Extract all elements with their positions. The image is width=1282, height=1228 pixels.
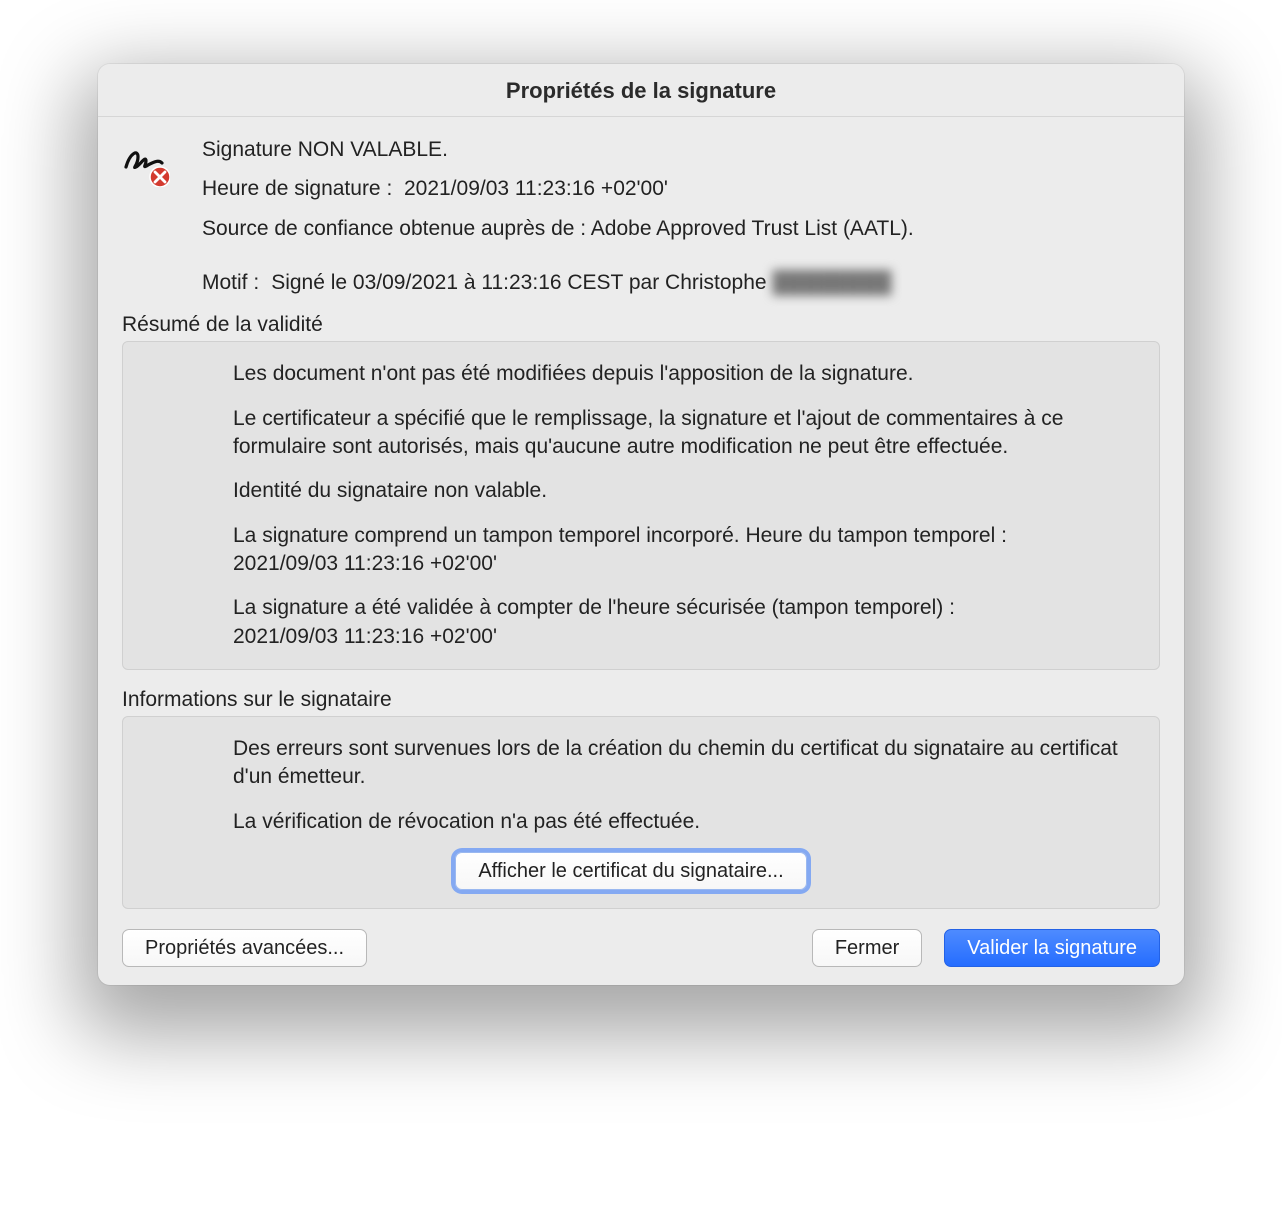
- dialog-footer: Propriétés avancées... Fermer Valider la…: [122, 929, 1160, 967]
- dialog-title: Propriétés de la signature: [98, 78, 1184, 104]
- validate-signature-button[interactable]: Valider la signature: [944, 929, 1160, 967]
- advanced-properties-button[interactable]: Propriétés avancées...: [122, 929, 367, 967]
- signature-properties-dialog: Propriétés de la signature Signature NON…: [98, 64, 1184, 985]
- signer-p2: La vérification de révocation n'a pas ét…: [233, 808, 1139, 836]
- summary-header: Signature NON VALABLE. Heure de signatur…: [122, 135, 1160, 253]
- signature-status: Signature NON VALABLE.: [202, 135, 1160, 164]
- signer-p1: Des erreurs sont survenues lors de la cr…: [233, 735, 1139, 792]
- motif-row: Motif : Signé le 03/09/2021 à 11:23:16 C…: [202, 271, 1160, 295]
- signature-invalid-icon: [122, 135, 180, 253]
- signer-panel: Des erreurs sont survenues lors de la cr…: [122, 716, 1160, 909]
- validity-p4: La signature comprend un tampon temporel…: [233, 522, 1139, 579]
- show-certificate-button[interactable]: Afficher le certificat du signataire...: [455, 852, 806, 890]
- signature-time: Heure de signature : 2021/09/03 11:23:16…: [202, 174, 1160, 203]
- signature-time-label: Heure de signature :: [202, 177, 392, 200]
- validity-p3: Identité du signataire non valable.: [233, 477, 1139, 505]
- validity-heading: Résumé de la validité: [122, 313, 1160, 337]
- title-bar: Propriétés de la signature: [98, 64, 1184, 117]
- summary-text: Signature NON VALABLE. Heure de signatur…: [202, 135, 1160, 253]
- trust-source: Source de confiance obtenue auprès de : …: [202, 214, 1160, 243]
- close-button[interactable]: Fermer: [812, 929, 922, 967]
- validity-panel: Les document n'ont pas été modifiées dep…: [122, 341, 1160, 670]
- validity-p1: Les document n'ont pas été modifiées dep…: [233, 360, 1139, 388]
- motif-label: Motif :: [202, 271, 259, 295]
- motif-redacted: ████████: [772, 271, 891, 294]
- dialog-content: Signature NON VALABLE. Heure de signatur…: [98, 117, 1184, 985]
- signature-time-value: 2021/09/03 11:23:16 +02'00': [404, 177, 668, 200]
- signer-heading: Informations sur le signataire: [122, 688, 1160, 712]
- validity-p5: La signature a été validée à compter de …: [233, 594, 1139, 651]
- validity-p2: Le certificateur a spécifié que le rempl…: [233, 405, 1139, 462]
- motif-value: Signé le 03/09/2021 à 11:23:16 CEST par …: [271, 271, 766, 294]
